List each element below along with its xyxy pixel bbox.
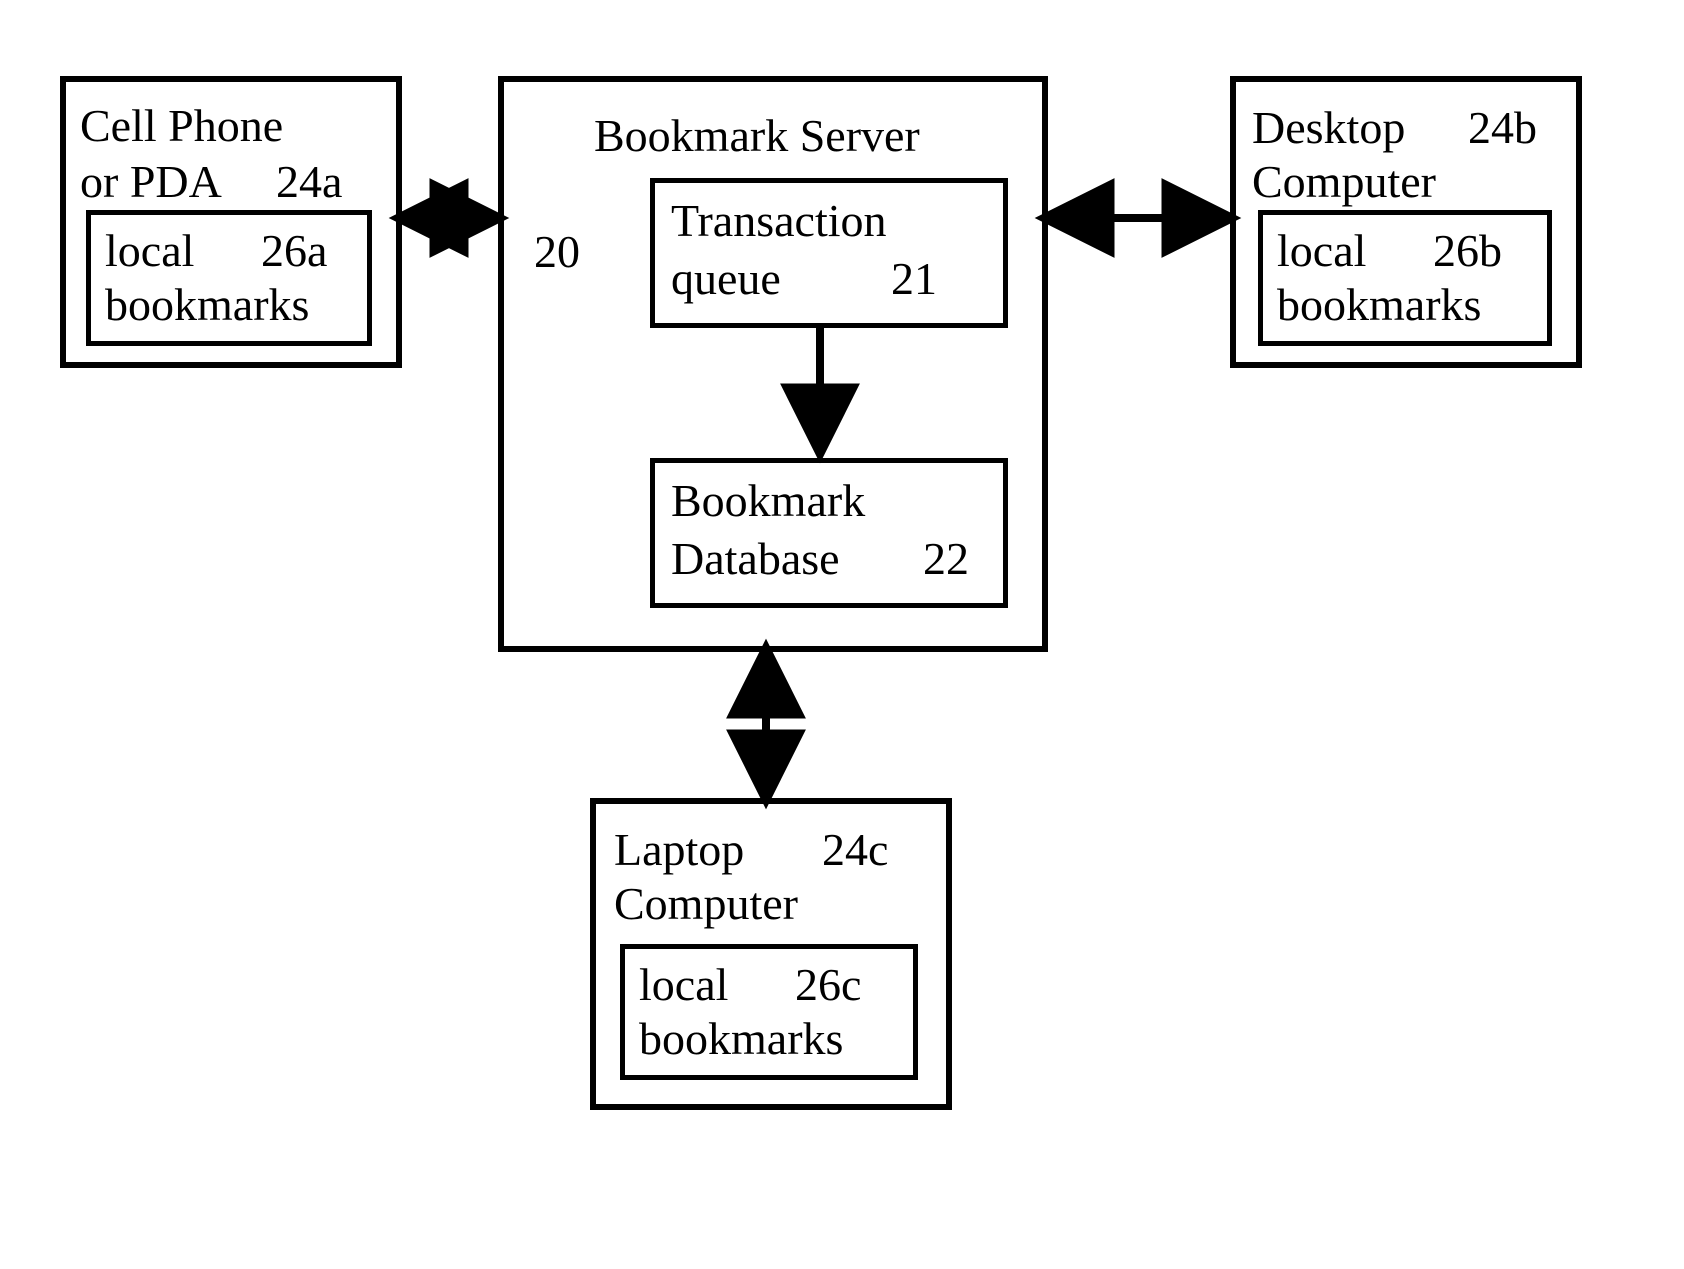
- txq-ref: 21: [891, 251, 937, 306]
- db-line1: Bookmark: [671, 473, 865, 528]
- desktop-title-l1: Desktop: [1252, 100, 1405, 155]
- cellphone-ref: 24a: [276, 154, 342, 209]
- server-ref: 20: [534, 224, 580, 279]
- db-line2: Database: [671, 531, 840, 586]
- transaction-queue-box: Transaction queue 21: [650, 178, 1008, 328]
- desktop-bookmarks-box: local 26b bookmarks: [1258, 210, 1552, 346]
- bookmark-server-box: Bookmark Server 20 Transaction queue 21 …: [498, 76, 1048, 652]
- laptop-title-l1: Laptop: [614, 822, 744, 877]
- server-title: Bookmark Server: [594, 108, 920, 163]
- cellphone-inner-l2: bookmarks: [105, 277, 309, 332]
- desktop-ref: 24b: [1468, 100, 1537, 155]
- laptop-box: Laptop 24c Computer local 26c bookmarks: [590, 798, 952, 1110]
- laptop-inner-ref: 26c: [795, 957, 861, 1012]
- cellphone-title-l1: Cell Phone: [80, 98, 283, 153]
- desktop-inner-l1: local: [1277, 223, 1366, 278]
- laptop-inner-l1: local: [639, 957, 728, 1012]
- cellphone-title-l2: or PDA: [80, 154, 222, 209]
- txq-line1: Transaction: [671, 193, 887, 248]
- desktop-inner-ref: 26b: [1433, 223, 1502, 278]
- diagram-stage: Bookmark Server 20 Transaction queue 21 …: [0, 0, 1684, 1269]
- txq-line2: queue: [671, 251, 781, 306]
- laptop-bookmarks-box: local 26c bookmarks: [620, 944, 918, 1080]
- bookmark-database-box: Bookmark Database 22: [650, 458, 1008, 608]
- laptop-inner-l2: bookmarks: [639, 1011, 843, 1066]
- cellphone-inner-ref: 26a: [261, 223, 327, 278]
- desktop-box: Desktop 24b Computer local 26b bookmarks: [1230, 76, 1582, 368]
- desktop-inner-l2: bookmarks: [1277, 277, 1481, 332]
- cellphone-inner-l1: local: [105, 223, 194, 278]
- desktop-title-l2: Computer: [1252, 154, 1436, 209]
- db-ref: 22: [923, 531, 969, 586]
- laptop-title-l2: Computer: [614, 876, 798, 931]
- cellphone-bookmarks-box: local 26a bookmarks: [86, 210, 372, 346]
- cellphone-box: Cell Phone or PDA 24a local 26a bookmark…: [60, 76, 402, 368]
- laptop-ref: 24c: [822, 822, 888, 877]
